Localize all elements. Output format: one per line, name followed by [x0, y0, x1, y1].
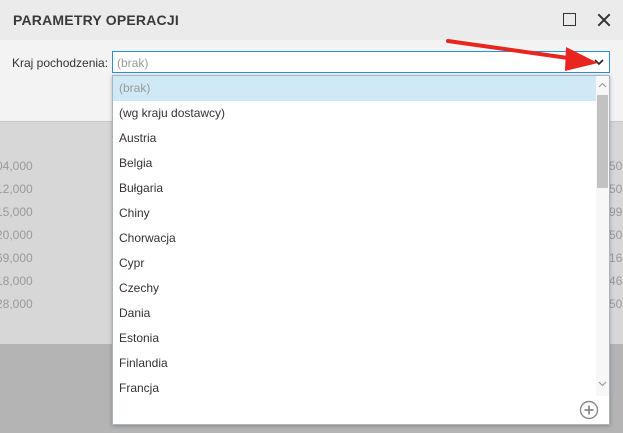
grid-cell: 99 [609, 205, 623, 219]
scrollbar-thumb[interactable] [597, 95, 608, 188]
dropdown-option[interactable]: Cypr [113, 251, 596, 276]
grid-cell: 16 [609, 251, 623, 265]
dropdown-option[interactable]: (brak) [113, 76, 596, 101]
country-of-origin-value: (brak) [117, 56, 149, 70]
dropdown-option[interactable]: Belgia [113, 151, 596, 176]
grid-cell: 50 [609, 297, 623, 311]
dropdown-option[interactable]: Francja [113, 376, 596, 396]
maximize-button[interactable] [558, 9, 580, 31]
country-of-origin-select[interactable]: (brak) [112, 51, 610, 73]
country-dropdown-list: (brak) (wg kraju dostawcy) Austria Belgia Bu… [112, 75, 610, 425]
grid-cell: 20,000 [0, 228, 33, 242]
dropdown-option[interactable]: Chiny [113, 201, 596, 226]
dropdown-option[interactable]: Dania [113, 301, 596, 326]
background-grid-right-column: 50 50 99 50 16 46 50 [609, 155, 623, 316]
scroll-up-icon[interactable] [596, 78, 609, 92]
dropdown-option[interactable]: Chorwacja [113, 226, 596, 251]
grid-cell: 69,000 [0, 251, 33, 265]
dropdown-option[interactable]: Austria [113, 126, 596, 151]
dropdown-option[interactable]: (wg kraju dostawcy) [113, 101, 596, 126]
background-grid-left-column: 04,000 12,000 15,000 20,000 69,000 18,00… [0, 155, 40, 316]
chevron-down-icon[interactable] [593, 55, 605, 69]
scroll-down-icon[interactable] [596, 377, 609, 391]
close-button[interactable] [593, 9, 615, 31]
grid-cell: 50 [609, 228, 623, 242]
dropdown-option[interactable]: Finlandia [113, 351, 596, 376]
dropdown-option[interactable]: Czechy [113, 276, 596, 301]
grid-cell: 46 [609, 274, 623, 288]
grid-cell: 12,000 [0, 182, 33, 196]
dialog-title-bar: PARAMETRY OPERACJI [0, 0, 623, 40]
grid-cell: 50 [609, 159, 623, 173]
grid-cell: 28,000 [0, 297, 33, 311]
dropdown-option[interactable]: Estonia [113, 326, 596, 351]
country-list: (brak) (wg kraju dostawcy) Austria Belgia Bu… [113, 76, 596, 396]
grid-cell: 15,000 [0, 205, 33, 219]
maximize-icon [563, 13, 576, 26]
grid-cell: 18,000 [0, 274, 33, 288]
grid-cell: 04,000 [0, 159, 33, 173]
plus-circle-icon[interactable] [579, 400, 599, 420]
country-of-origin-label: Kraj pochodzenia: [12, 56, 109, 70]
dropdown-scrollbar[interactable] [596, 76, 609, 396]
dropdown-option[interactable]: Bułgaria [113, 176, 596, 201]
grid-cell: 50 [609, 182, 623, 196]
dialog-title: PARAMETRY OPERACJI [13, 12, 179, 28]
